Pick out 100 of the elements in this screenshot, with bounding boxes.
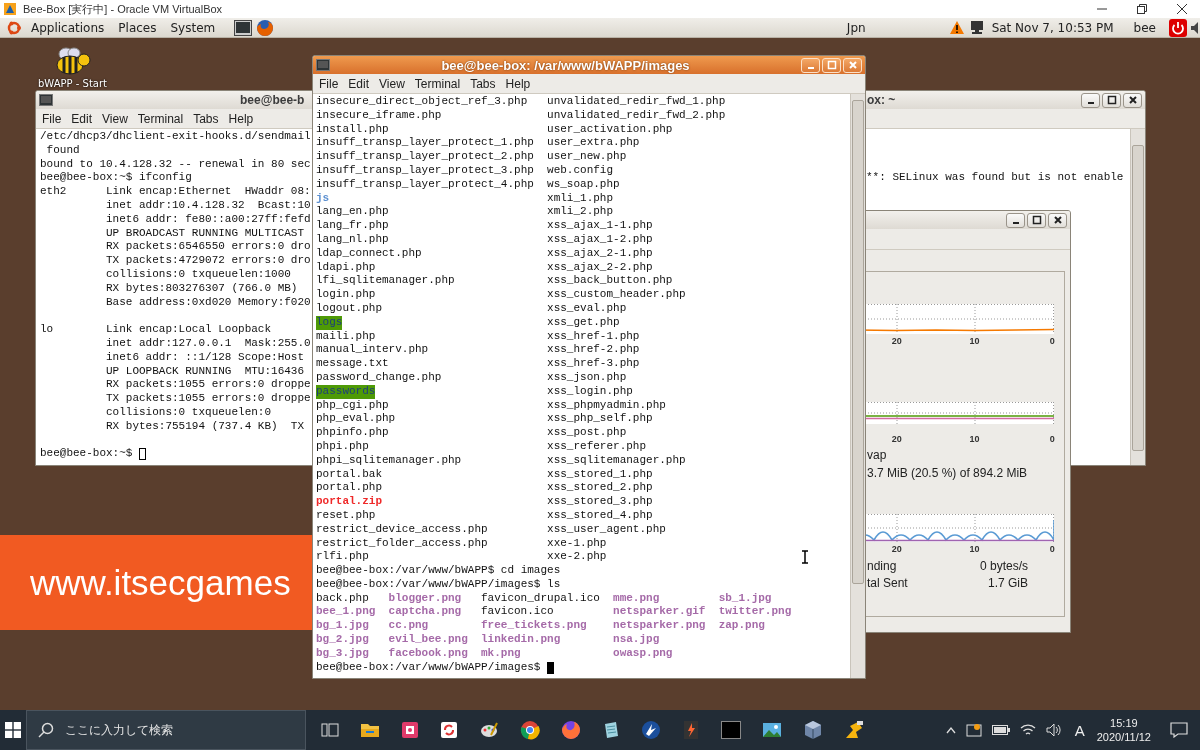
terminal-line: RX packets:1055 errors:0 droppe: [105, 378, 311, 393]
terminal-line: found: [45, 143, 80, 158]
input-mode-indicator[interactable]: A: [1074, 721, 1085, 739]
keyboard-layout[interactable]: Jpn: [843, 20, 869, 35]
menu-item[interactable]: File: [42, 111, 62, 126]
tick-label: 10: [968, 434, 981, 445]
restore-icon[interactable]: [1136, 3, 1148, 15]
file-name: xss_get.php: [547, 315, 620, 330]
file-name: evil_bee.png: [388, 633, 468, 647]
scrollbar[interactable]: [850, 94, 865, 678]
photo-icon[interactable]: [762, 721, 782, 739]
app-icon[interactable]: [844, 720, 864, 740]
browser-icon[interactable]: [520, 720, 540, 740]
file-name: xss_ajax_1-2.php: [547, 232, 653, 247]
tray-icon[interactable]: [965, 722, 982, 738]
file-name: xss_href-1.php: [547, 329, 640, 344]
scrollbar[interactable]: [1130, 129, 1145, 465]
tick-label: 0: [1048, 544, 1056, 555]
chevron-up-icon[interactable]: [945, 726, 956, 734]
menu-item[interactable]: Help: [505, 76, 531, 91]
ring-logo-icon[interactable]: [6, 19, 22, 36]
cube-icon[interactable]: [803, 720, 823, 740]
file-name: bg_1.jpg: [316, 619, 369, 634]
i-beam-cursor-icon: [801, 550, 809, 564]
shark-fin-icon[interactable]: [641, 720, 661, 740]
start-icon[interactable]: [5, 722, 21, 738]
menu-item[interactable]: Terminal: [414, 76, 461, 91]
sync-icon[interactable]: [440, 721, 458, 739]
terminal-line: RX bytes:803276307 (766.0 MB): [105, 281, 298, 296]
menu-item[interactable]: Tabs: [193, 111, 219, 126]
wifi-icon[interactable]: [1019, 723, 1036, 737]
terminal-line: bee@bee-box:~$: [40, 447, 133, 462]
panel-menu[interactable]: System: [165, 20, 221, 35]
stat-value: 1.7 GiB: [987, 575, 1028, 591]
notepad-icon[interactable]: [602, 721, 620, 739]
maximize-button[interactable]: [1102, 92, 1121, 108]
terminal-line: collisions:0 txqueuelen:1000: [105, 267, 291, 282]
notification-icon[interactable]: [1170, 722, 1188, 738]
palette-icon[interactable]: [479, 721, 499, 739]
close-icon[interactable]: [1176, 3, 1188, 15]
file-name: xss_sqlitemanager.php: [547, 453, 686, 468]
minimize-button[interactable]: [1006, 212, 1025, 228]
file-name: owasp.png: [613, 646, 673, 661]
terminal-line: RX bytes:755194 (737.4 KB) TX: [105, 419, 305, 434]
menu-item[interactable]: Help: [228, 111, 254, 126]
file-name: xss_stored_4.php: [547, 508, 653, 523]
search-field[interactable]: ここに入力して検索: [26, 710, 306, 750]
menu-item[interactable]: File: [319, 76, 339, 91]
close-icon: [1127, 95, 1138, 105]
file-name: insuff_transp_layer_protect_2.php: [316, 150, 534, 164]
terminal-line: UP BROADCAST RUNNING MULTICAST: [105, 226, 305, 241]
menu-item[interactable]: Edit: [71, 111, 93, 126]
terminal-line: eth2 Link encap:Ethernet HWaddr 08:: [40, 185, 311, 199]
maximize-button[interactable]: [1027, 212, 1046, 228]
terminal-icon[interactable]: [234, 19, 253, 36]
task-view-icon[interactable]: [321, 722, 339, 738]
minimize-button[interactable]: [1081, 92, 1100, 108]
warning-icon[interactable]: [948, 20, 965, 35]
command-line: bee@bee-box:/var/www/bWAPP$ cd images: [316, 564, 561, 578]
file-name: php_cgi.php: [316, 398, 389, 413]
file-name: captcha.png: [388, 605, 462, 620]
command-line: bee@bee-box:/var/www/bWAPP/images$ ls: [316, 577, 561, 592]
file-name: xss_ajax_1-1.php: [547, 219, 653, 233]
file-name: xss_href-3.php: [547, 357, 640, 371]
terminal-line: Base address:0xd020 Memory:f020: [105, 295, 311, 310]
speaker-icon[interactable]: [1191, 20, 1200, 35]
file-name: portal.php: [316, 481, 382, 496]
battery-icon[interactable]: [991, 724, 1010, 736]
speaker-icon[interactable]: [1045, 723, 1062, 737]
folder-icon[interactable]: [360, 721, 380, 739]
lightning-icon[interactable]: [682, 720, 700, 740]
close-button[interactable]: [1123, 92, 1142, 108]
file-name: xmli_2.php: [547, 205, 614, 220]
file-name: xss_href-2.php: [547, 343, 640, 358]
menu-item[interactable]: Terminal: [137, 111, 184, 126]
panel-menu[interactable]: Applications: [26, 20, 110, 35]
terminal-icon[interactable]: [721, 721, 741, 739]
menu-item[interactable]: View: [379, 76, 405, 91]
file-name: unvalidated_redir_fwd_2.php: [547, 108, 726, 123]
menu-item[interactable]: Tabs: [470, 76, 496, 91]
clock[interactable]: Sat Nov 7, 10:53 PM: [988, 20, 1117, 35]
terminal-line: TX packets:4729072 errors:0 dro: [105, 254, 311, 268]
file-name: web.config: [547, 164, 614, 178]
panel-menu[interactable]: Places: [113, 20, 162, 35]
power-icon[interactable]: [1169, 18, 1187, 37]
monitor-icon[interactable]: [968, 20, 985, 35]
file-name: lang_fr.php: [316, 219, 389, 233]
menu-item[interactable]: Edit: [348, 76, 370, 91]
file-name: ldapi.php: [316, 260, 376, 275]
file-name: free_tickets.png: [481, 619, 587, 634]
app-tile-icon[interactable]: [401, 721, 419, 739]
browser-icon[interactable]: [561, 720, 581, 740]
browser-icon[interactable]: [256, 18, 275, 37]
clock[interactable]: 15:19 2020/11/12: [1096, 716, 1151, 744]
file-name: xss_user_agent.php: [547, 522, 666, 537]
file-name: xxe-1.php: [547, 536, 607, 551]
user-name[interactable]: bee: [1130, 20, 1159, 35]
menu-item[interactable]: View: [102, 111, 128, 126]
close-button[interactable]: [1048, 212, 1067, 228]
desktop-icon-label[interactable]: bWAPP - Start: [38, 78, 107, 89]
